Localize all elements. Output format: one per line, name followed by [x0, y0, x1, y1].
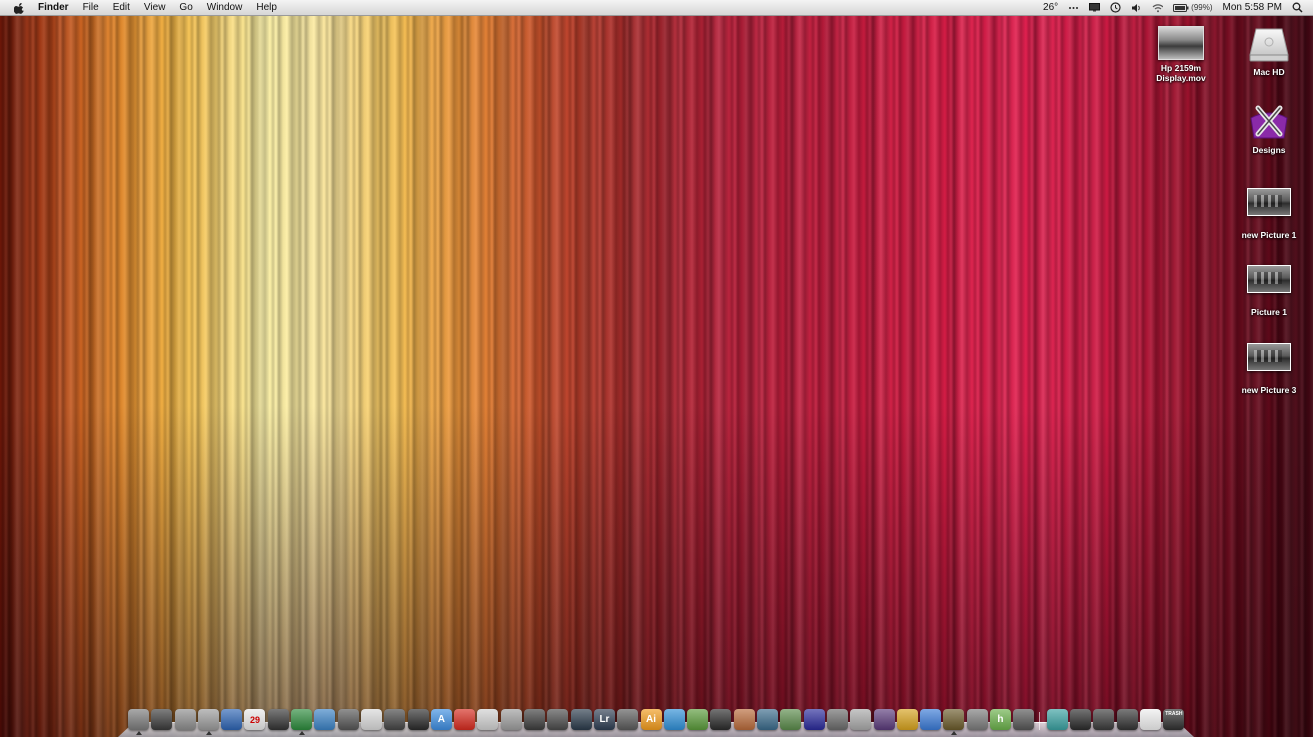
desktop-icon-picture-1[interactable]: Picture 1 — [1229, 265, 1309, 317]
desktop-icon-hp-display-movie[interactable]: Hp 2159m Display.mov — [1141, 26, 1221, 83]
dock-game-icon[interactable] — [943, 709, 965, 735]
battery-percent: (99%) — [1191, 3, 1213, 12]
dock-unreal-icon[interactable] — [803, 709, 825, 730]
dock-final-cut-icon[interactable] — [617, 709, 639, 730]
desktop-icon-label: Picture 1 — [1251, 307, 1287, 317]
menu-go[interactable]: Go — [179, 0, 192, 15]
dock-folder-icon[interactable] — [1093, 709, 1115, 730]
dock-film-icon[interactable] — [547, 709, 569, 730]
dock-display-icon[interactable] — [314, 709, 336, 730]
desktop-icon-designs[interactable]: Designs — [1229, 104, 1309, 155]
menu-bar: Finder File Edit View Go Window Help 26°… — [0, 0, 1313, 16]
dock-dashboard-icon[interactable] — [151, 709, 173, 730]
temperature-readout[interactable]: 26° — [1043, 2, 1058, 13]
dock-icon-glyph: 29 — [249, 714, 260, 725]
dock-h-app-icon[interactable]: h — [989, 709, 1011, 730]
dock-finder-icon[interactable] — [174, 709, 196, 730]
dock-system-preferences-icon[interactable] — [197, 709, 219, 735]
trash-label: TRASH — [1165, 711, 1183, 717]
desktop-icon-label: new Picture 3 — [1241, 385, 1297, 395]
menu-view[interactable]: View — [144, 0, 166, 15]
menu-finder[interactable]: Finder — [38, 0, 69, 15]
menu-window[interactable]: Window — [207, 0, 243, 15]
time-machine-icon[interactable] — [1110, 2, 1121, 13]
dock-icon-glyph: Lr — [599, 714, 610, 725]
clock[interactable]: Mon 5:58 PM — [1223, 2, 1282, 13]
image-thumbnail-icon — [1247, 343, 1291, 371]
hard-drive-icon — [1248, 26, 1290, 64]
dock-stack-icon[interactable] — [1046, 709, 1068, 730]
image-thumbnail-icon — [1247, 265, 1291, 293]
running-indicator — [951, 731, 958, 735]
menu-edit[interactable]: Edit — [113, 0, 130, 15]
designs-folder-icon — [1248, 104, 1290, 142]
dock-app-store-icon[interactable]: A — [430, 709, 452, 730]
dock-documents-icon[interactable] — [1140, 709, 1162, 730]
dock-plant-icon[interactable] — [687, 709, 709, 730]
desktop-icon-label: Hp 2159m Display.mov — [1156, 63, 1206, 83]
desktop-icon-mac-hd[interactable]: Mac HD — [1229, 26, 1309, 77]
desktop-icon-label: Designs — [1252, 145, 1286, 155]
dock-clapperboard-icon[interactable] — [407, 709, 429, 730]
dock-camera-icon[interactable] — [524, 709, 546, 730]
dock-chess-icon[interactable] — [710, 709, 732, 730]
dock-orb-icon[interactable] — [920, 709, 942, 730]
image-thumbnail-icon — [1247, 188, 1291, 216]
dock-money-icon[interactable] — [291, 709, 313, 735]
dock-screen-icon[interactable] — [267, 709, 289, 730]
running-indicator — [299, 731, 306, 735]
desktop-icon-label: new Picture 1 — [1241, 230, 1297, 240]
spotlight-icon[interactable] — [1292, 2, 1303, 13]
dock-icon-glyph: Ai — [646, 714, 657, 725]
dock-map-icon[interactable] — [780, 709, 802, 730]
dock-items: 29 A Lr Ai h TRASH — [128, 706, 1188, 735]
dock-separator — [1038, 712, 1043, 730]
desktop-icon-new-picture-1[interactable]: new Picture 1 — [1229, 188, 1309, 240]
dock-itunes-icon[interactable] — [360, 709, 382, 730]
dock-bowl-icon[interactable] — [733, 709, 755, 730]
movie-file-icon — [1158, 26, 1204, 60]
dock-spark-icon[interactable] — [850, 709, 872, 730]
battery-icon[interactable]: (99%) — [1173, 2, 1213, 13]
dock-downloads-icon[interactable] — [1116, 709, 1138, 730]
dock-ical-icon[interactable]: 29 — [244, 709, 266, 730]
status-area: 26° (99%) Mon 5:58 PM — [1043, 0, 1303, 15]
dock-video-editor-icon[interactable] — [384, 709, 406, 730]
desktop-icon-label: Mac HD — [1253, 67, 1285, 77]
dock-rifle-icon[interactable] — [826, 709, 848, 730]
dock-lightroom-icon[interactable]: Lr — [593, 709, 615, 730]
dock-microphone-icon[interactable] — [477, 709, 499, 730]
desktop-icon-new-picture-3[interactable]: new Picture 3 — [1229, 343, 1309, 395]
dock-flame-icon[interactable] — [454, 709, 476, 730]
dock-icon-glyph: h — [997, 714, 1004, 725]
menu-help[interactable]: Help — [256, 0, 277, 15]
wifi-icon[interactable] — [1152, 2, 1164, 13]
dock-script-icon[interactable] — [1013, 709, 1035, 730]
volume-icon[interactable] — [1131, 2, 1142, 13]
dock-applications-icon[interactable] — [1070, 709, 1092, 730]
dock-photo-icon[interactable] — [873, 709, 895, 730]
dock-icon-glyph: A — [437, 714, 445, 725]
dock-wave-icon[interactable] — [663, 709, 685, 730]
dock: 29 A Lr Ai h TRASH — [118, 705, 1194, 737]
dock-tools-icon[interactable] — [500, 709, 522, 730]
apple-menu-icon[interactable] — [13, 1, 26, 14]
dock-trash-icon[interactable]: TRASH — [1163, 709, 1185, 730]
dots-icon[interactable] — [1068, 2, 1079, 13]
dock-app-icon[interactable] — [128, 709, 149, 735]
dock-safari-icon[interactable] — [221, 709, 243, 730]
running-indicator — [136, 731, 142, 735]
running-indicator — [205, 731, 212, 735]
dock-illustrator-icon[interactable]: Ai — [640, 709, 662, 730]
dock-aperture-icon[interactable] — [570, 709, 592, 730]
dock-warner-icon[interactable] — [896, 709, 918, 730]
dock-magnifier-icon[interactable] — [337, 709, 359, 730]
dock-compass-icon[interactable] — [757, 709, 779, 730]
dock-utility-icon[interactable] — [966, 709, 988, 730]
menu-file[interactable]: File — [83, 0, 99, 15]
desktop-wallpaper — [0, 0, 1313, 737]
display-icon[interactable] — [1089, 2, 1101, 13]
